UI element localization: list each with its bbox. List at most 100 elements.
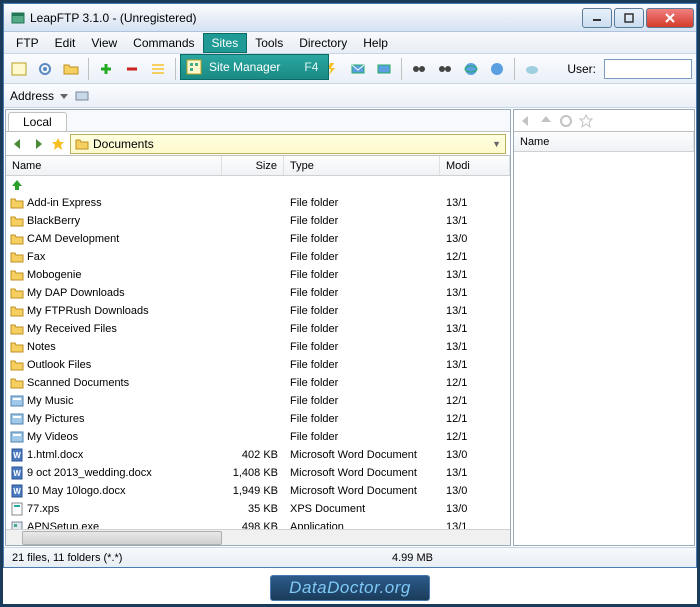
tool-mail2-icon[interactable] bbox=[373, 58, 395, 80]
file-name: Outlook Files bbox=[27, 359, 91, 371]
folder-icon bbox=[10, 376, 24, 390]
list-item[interactable]: Outlook FilesFile folder13/1 bbox=[6, 356, 510, 374]
word-icon: W bbox=[10, 466, 24, 480]
file-modified: 12/1 bbox=[440, 431, 510, 443]
file-type: File folder bbox=[284, 359, 440, 371]
local-list-header: Name Size Type Modi bbox=[6, 156, 510, 176]
lib-icon bbox=[10, 412, 24, 426]
tool-binoculars-icon[interactable] bbox=[408, 58, 430, 80]
menu-view[interactable]: View bbox=[83, 34, 125, 52]
back-icon[interactable] bbox=[10, 136, 26, 152]
menu-help[interactable]: Help bbox=[355, 34, 396, 52]
file-type: File folder bbox=[284, 431, 440, 443]
menu-sites[interactable]: Sites bbox=[203, 33, 248, 53]
forward-icon[interactable] bbox=[30, 136, 46, 152]
file-name: My FTPRush Downloads bbox=[27, 305, 149, 317]
local-file-list[interactable]: Add-in ExpressFile folder13/1BlackBerryF… bbox=[6, 176, 510, 529]
tool-sitemgr-icon[interactable] bbox=[8, 58, 30, 80]
list-item[interactable]: Scanned DocumentsFile folder12/1 bbox=[6, 374, 510, 392]
tool-minus-icon[interactable] bbox=[121, 58, 143, 80]
menu-commands[interactable]: Commands bbox=[125, 34, 202, 52]
hscrollbar[interactable] bbox=[6, 529, 510, 545]
remote-up-icon[interactable] bbox=[538, 113, 554, 129]
remote-refresh-icon[interactable] bbox=[558, 113, 574, 129]
remote-list-header: Name bbox=[514, 132, 694, 152]
list-item[interactable]: MobogenieFile folder13/1 bbox=[6, 266, 510, 284]
menu-ftp[interactable]: FTP bbox=[8, 34, 47, 52]
list-item[interactable]: APNSetup.exe498 KBApplication13/1 bbox=[6, 518, 510, 529]
list-item[interactable]: My MusicFile folder12/1 bbox=[6, 392, 510, 410]
address-box-icon[interactable] bbox=[74, 88, 90, 104]
status-file-count: 21 files, 11 folders (*.*) bbox=[4, 552, 384, 564]
parent-directory-row[interactable] bbox=[6, 176, 510, 194]
list-item[interactable]: W9 oct 2013_wedding.docx1,408 KBMicrosof… bbox=[6, 464, 510, 482]
file-name: My Videos bbox=[27, 431, 78, 443]
list-item[interactable]: Add-in ExpressFile folder13/1 bbox=[6, 194, 510, 212]
file-type: Microsoft Word Document bbox=[284, 485, 440, 497]
toolbar: User: bbox=[4, 54, 696, 84]
lib-icon bbox=[10, 430, 24, 444]
maximize-button[interactable] bbox=[614, 8, 644, 28]
folder-icon bbox=[10, 340, 24, 354]
file-name: APNSetup.exe bbox=[27, 521, 99, 529]
tool-globe2-icon[interactable] bbox=[486, 58, 508, 80]
col-size[interactable]: Size bbox=[222, 156, 284, 175]
tool-mail-icon[interactable] bbox=[347, 58, 369, 80]
tool-cloud-icon[interactable] bbox=[521, 58, 543, 80]
col-type[interactable]: Type bbox=[284, 156, 440, 175]
file-type: File folder bbox=[284, 233, 440, 245]
tool-gear-icon[interactable] bbox=[34, 58, 56, 80]
menu-edit[interactable]: Edit bbox=[47, 34, 84, 52]
favorite-icon[interactable] bbox=[50, 136, 66, 152]
tool-plus-icon[interactable] bbox=[95, 58, 117, 80]
address-dropdown-icon[interactable] bbox=[58, 90, 70, 102]
address-label: Address bbox=[10, 89, 54, 103]
file-type: File folder bbox=[284, 305, 440, 317]
user-input[interactable] bbox=[604, 59, 692, 79]
col-modified[interactable]: Modi bbox=[440, 156, 510, 175]
hscroll-thumb[interactable] bbox=[22, 531, 222, 545]
list-item[interactable]: My Videos File folder12/1 bbox=[6, 428, 510, 446]
list-item[interactable]: BlackBerryFile folder13/1 bbox=[6, 212, 510, 230]
file-type: File folder bbox=[284, 269, 440, 281]
folder-icon bbox=[10, 232, 24, 246]
file-modified: 12/1 bbox=[440, 377, 510, 389]
remote-favorite-icon[interactable] bbox=[578, 113, 594, 129]
file-type: XPS Document bbox=[284, 503, 440, 515]
tool-binoculars2-icon[interactable] bbox=[434, 58, 456, 80]
list-item[interactable]: 77.xps35 KBXPS Document13/0 bbox=[6, 500, 510, 518]
file-modified: 12/1 bbox=[440, 395, 510, 407]
col-name[interactable]: Name bbox=[6, 156, 222, 175]
path-combo[interactable]: Documents ▼ bbox=[70, 134, 506, 154]
remote-tools bbox=[514, 110, 694, 132]
window-title: LeapFTP 3.1.0 - (Unregistered) bbox=[30, 11, 582, 25]
file-size: 402 KB bbox=[222, 449, 284, 461]
list-item[interactable]: My FTPRush DownloadsFile folder13/1 bbox=[6, 302, 510, 320]
file-modified: 13/1 bbox=[440, 341, 510, 353]
remote-back-icon[interactable] bbox=[518, 113, 534, 129]
file-modified: 13/1 bbox=[440, 287, 510, 299]
list-item[interactable]: CAM DevelopmentFile folder13/0 bbox=[6, 230, 510, 248]
file-modified: 12/1 bbox=[440, 251, 510, 263]
minimize-button[interactable] bbox=[582, 8, 612, 28]
remote-col-name[interactable]: Name bbox=[514, 132, 694, 151]
list-item[interactable]: My PicturesFile folder12/1 bbox=[6, 410, 510, 428]
list-item[interactable]: W1.html.docx402 KBMicrosoft Word Documen… bbox=[6, 446, 510, 464]
list-item[interactable]: My Received FilesFile folder13/1 bbox=[6, 320, 510, 338]
file-name: Add-in Express bbox=[27, 197, 102, 209]
tool-globe-icon[interactable] bbox=[460, 58, 482, 80]
remote-file-list[interactable] bbox=[514, 152, 694, 545]
folder-icon bbox=[10, 250, 24, 264]
menu-tools[interactable]: Tools bbox=[247, 34, 291, 52]
menu-directory[interactable]: Directory bbox=[291, 34, 355, 52]
tool-list-icon[interactable] bbox=[147, 58, 169, 80]
tool-folder-icon[interactable] bbox=[60, 58, 82, 80]
close-button[interactable] bbox=[646, 8, 694, 28]
list-item[interactable]: FaxFile folder12/1 bbox=[6, 248, 510, 266]
dropdown-site-manager[interactable]: Site Manager F4 bbox=[181, 55, 328, 79]
list-item[interactable]: W10 May 10logo.docx1,949 KBMicrosoft Wor… bbox=[6, 482, 510, 500]
list-item[interactable]: My DAP DownloadsFile folder13/1 bbox=[6, 284, 510, 302]
tab-local[interactable]: Local bbox=[8, 112, 67, 131]
list-item[interactable]: NotesFile folder13/1 bbox=[6, 338, 510, 356]
local-tabstrip: Local bbox=[6, 110, 510, 132]
